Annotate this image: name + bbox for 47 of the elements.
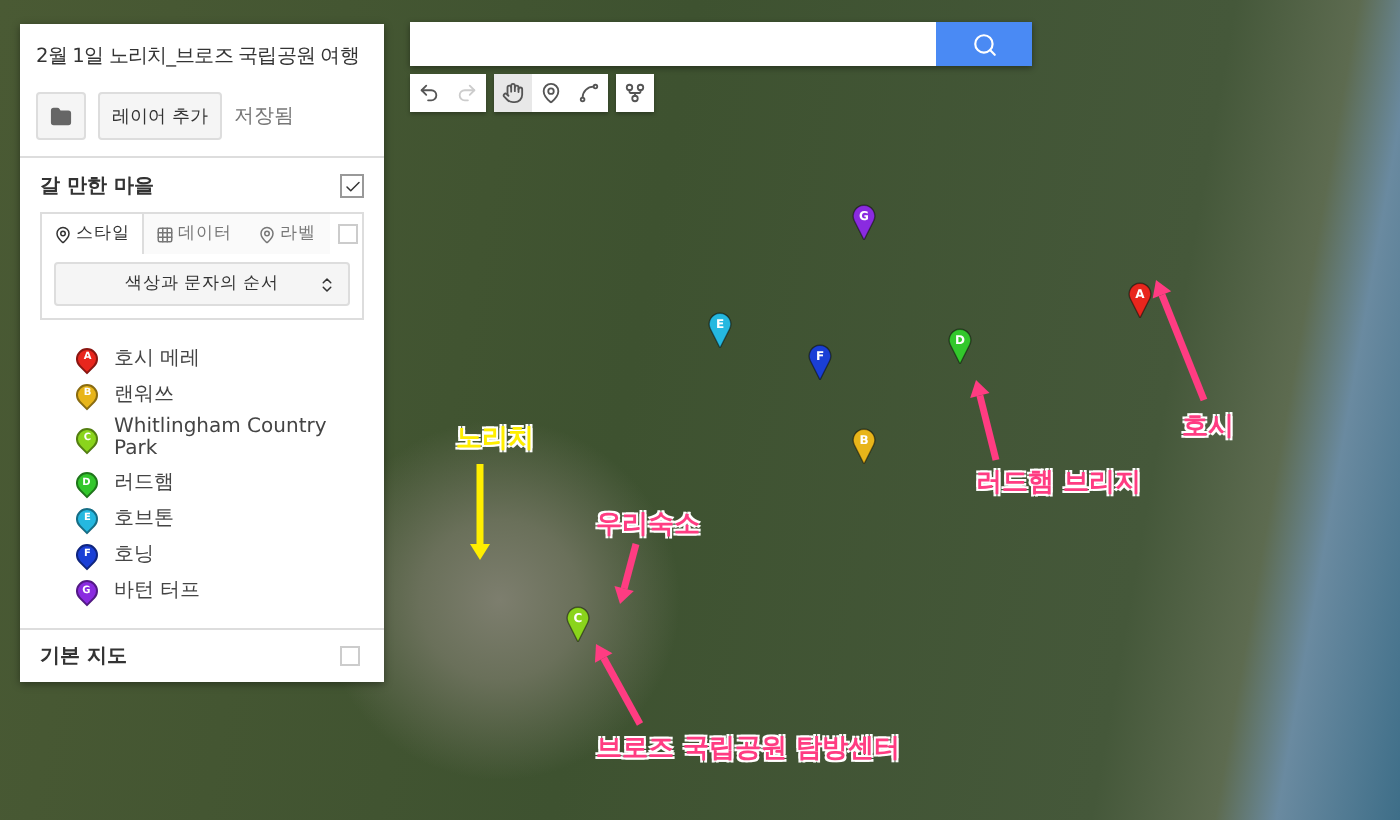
search-icon — [971, 31, 997, 57]
line-tool-button[interactable] — [570, 74, 608, 112]
layer-checkbox[interactable] — [340, 174, 364, 198]
place-name[interactable]: 호닝 — [114, 540, 154, 568]
up-down-icon — [318, 275, 336, 293]
redo-icon — [456, 82, 478, 104]
base-map-label[interactable]: 기본 지도 — [40, 642, 127, 670]
place-name[interactable]: 호시 메레 — [114, 344, 201, 372]
search-field[interactable] — [410, 22, 936, 66]
grid-icon — [156, 225, 174, 243]
undo-button[interactable] — [410, 74, 448, 112]
annotation-arrow — [614, 543, 640, 604]
marker-icon — [540, 82, 562, 104]
map-annotation: 호시 — [1182, 410, 1234, 444]
map-annotation: 노리치 — [456, 422, 534, 456]
layer-tab[interactable]: 라벨 — [246, 214, 330, 254]
layer-name[interactable]: 갈 만한 마을 — [40, 172, 154, 200]
hand-tool-button[interactable] — [494, 74, 532, 112]
style-select[interactable]: 색상과 문자의 순서 — [54, 262, 350, 306]
directions-button[interactable] — [616, 74, 654, 112]
place-name[interactable]: 러드햄 — [114, 468, 174, 496]
map-annotation: 우리숙소 — [596, 508, 700, 542]
layer-tab[interactable]: 데이터 — [144, 214, 246, 254]
folder-icon — [50, 105, 72, 127]
hand-icon — [502, 82, 524, 104]
place-name[interactable]: 호브톤 — [114, 504, 174, 532]
line-icon — [578, 82, 600, 104]
place-name[interactable]: 랜워쓰 — [114, 380, 174, 408]
place-name[interactable]: 바턴 터프 — [114, 576, 201, 604]
add-layer-button[interactable]: 레이어 추가 — [98, 92, 222, 140]
route-icon — [624, 82, 646, 104]
map-annotation: 브로즈 국립공원 탐방센터 — [596, 732, 901, 766]
folder-button[interactable] — [36, 92, 86, 140]
check-icon — [343, 177, 361, 195]
undo-icon — [418, 82, 440, 104]
search-button[interactable] — [936, 22, 1032, 66]
annotation-arrow — [594, 644, 644, 726]
save-status: 저장됨 — [233, 104, 294, 130]
map-title[interactable]: 2월 1일 노리치_브로즈 국립공원 여행 — [36, 44, 359, 72]
annotation-arrow — [470, 464, 490, 560]
marker-tool-button[interactable] — [532, 74, 570, 112]
annotation-arrow — [1152, 280, 1208, 402]
annotation-arrow — [970, 380, 1000, 461]
pin-icon — [258, 225, 276, 243]
map-annotation: 러드햄 브리지 — [976, 466, 1142, 500]
place-name[interactable]: Whitlingham Country Park — [114, 416, 364, 460]
pin-icon — [54, 225, 72, 243]
